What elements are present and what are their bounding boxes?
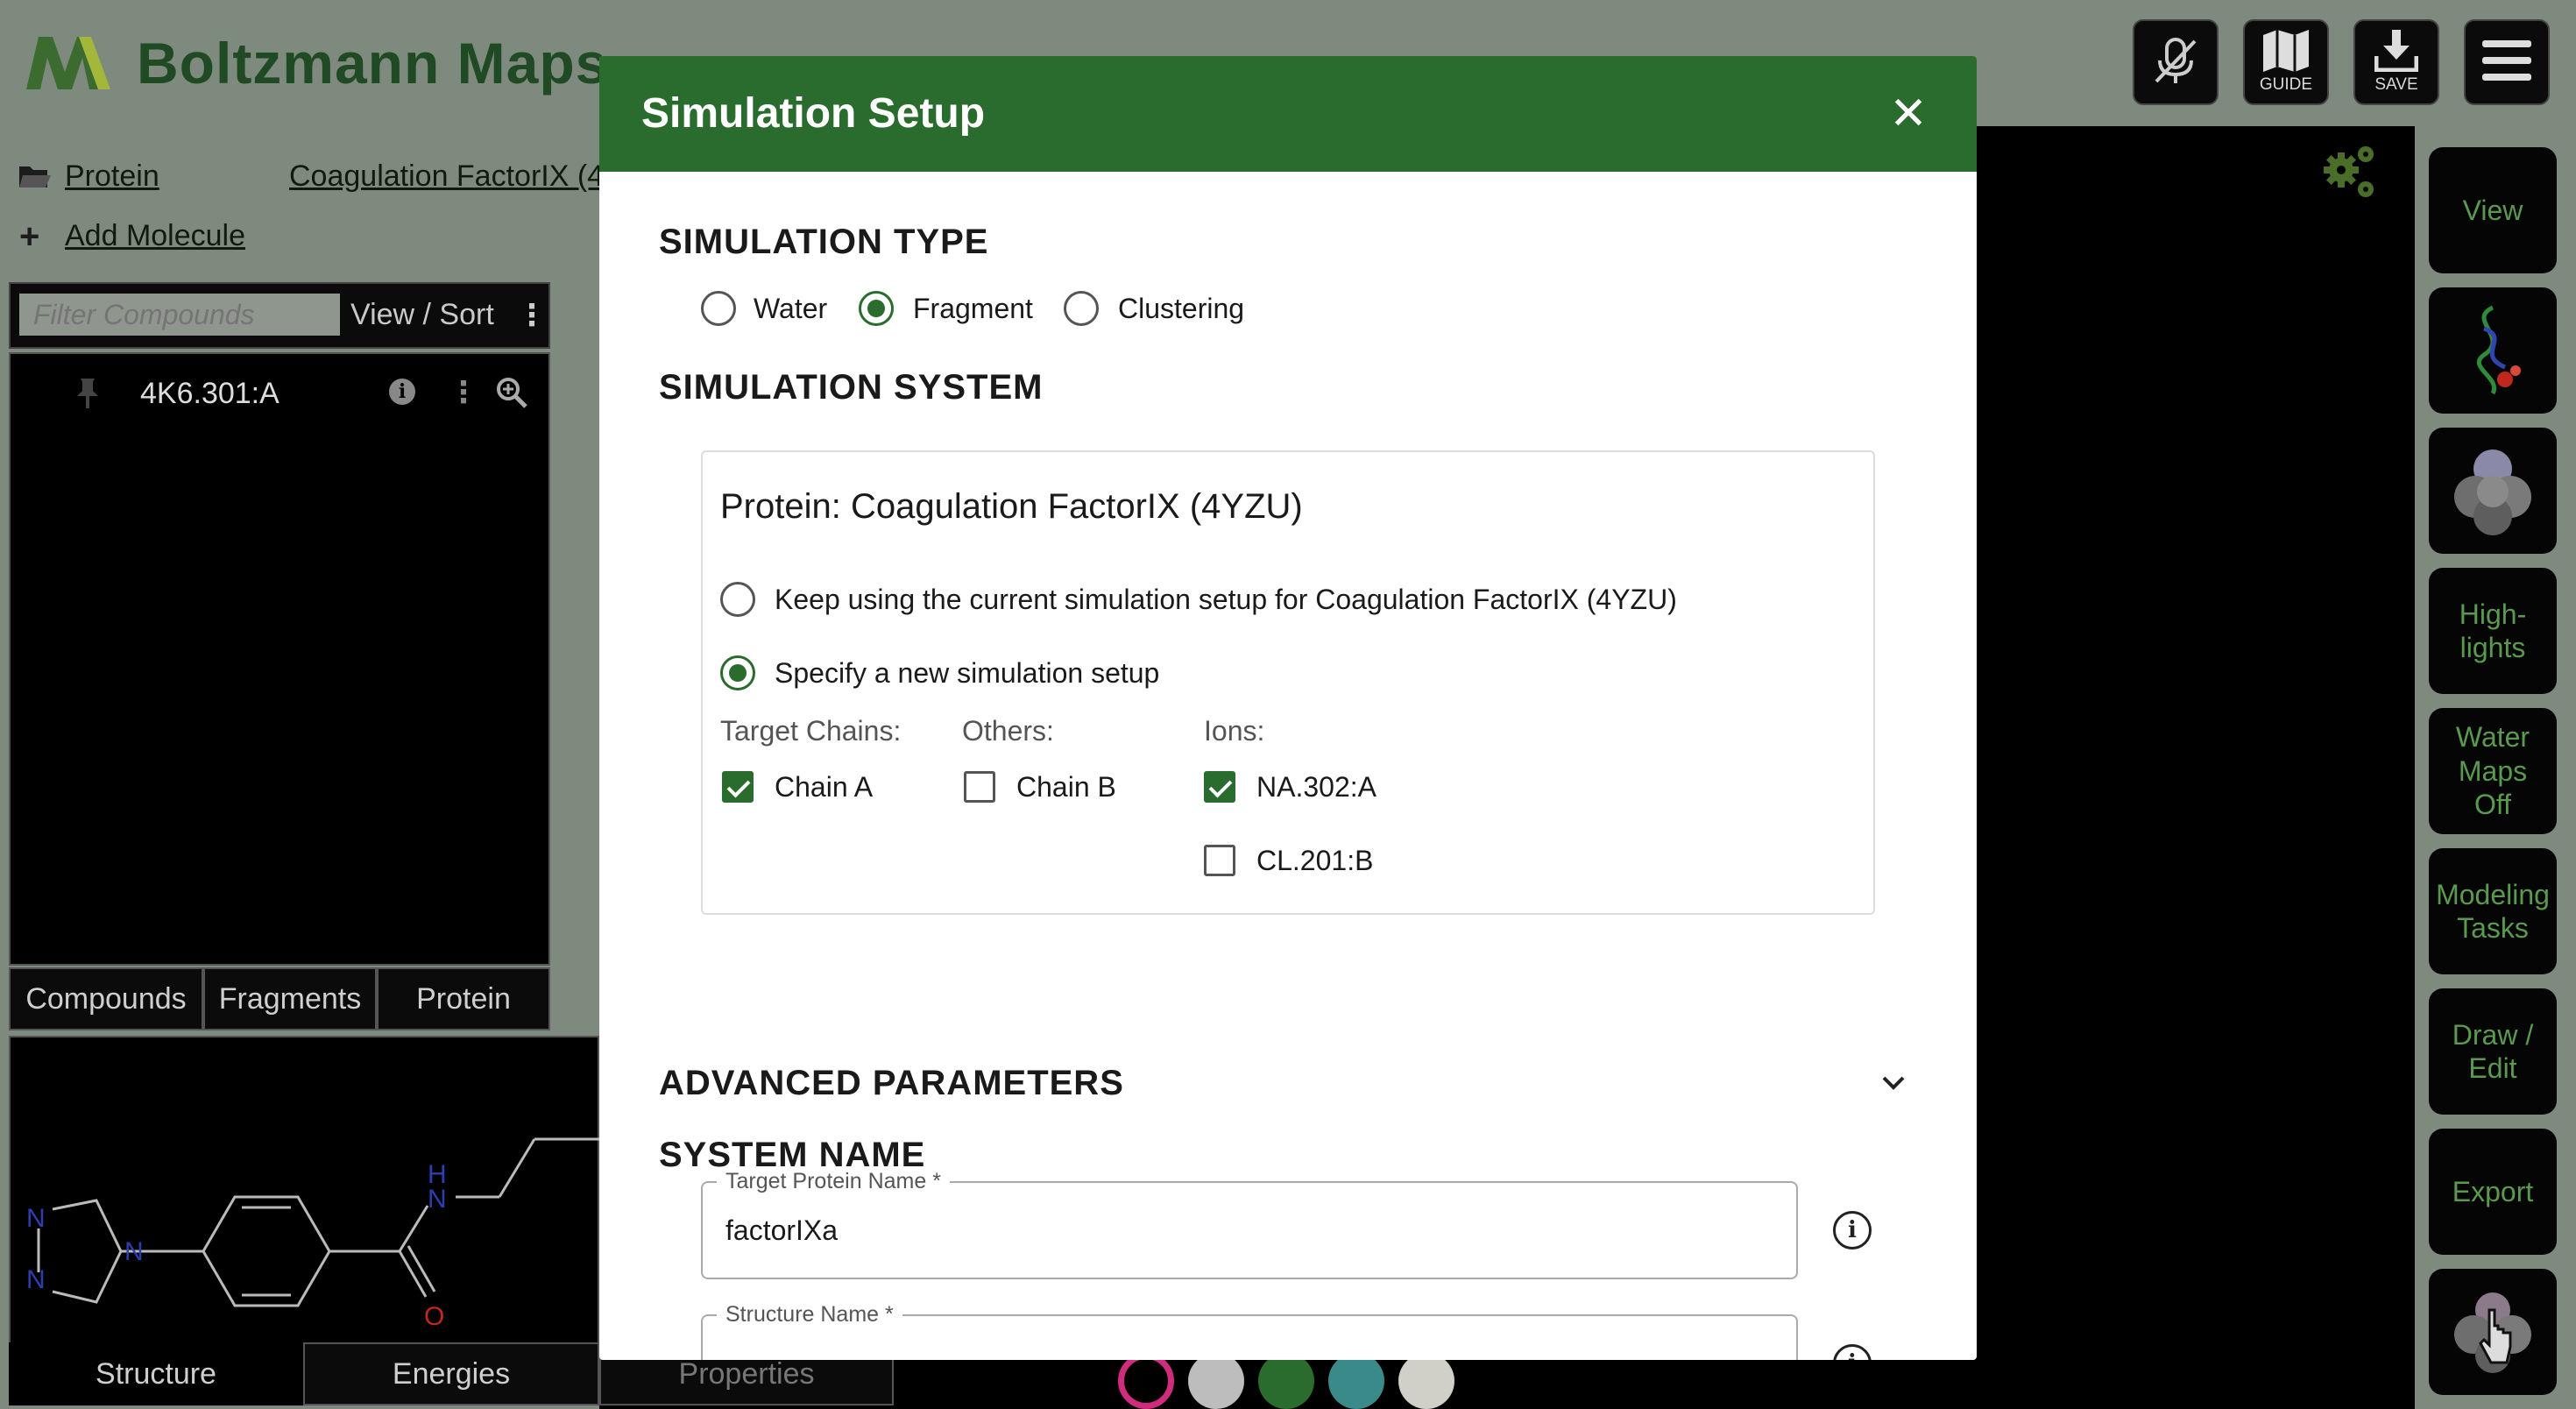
view-sort-button[interactable]: View / Sort	[350, 298, 494, 332]
spacefill-icon	[2454, 450, 2531, 535]
color-swatch[interactable]	[1328, 1353, 1384, 1409]
checkbox-cl-ion-label: CL.201:B	[1256, 845, 1374, 876]
radio-keep-setup[interactable]	[720, 582, 755, 617]
modeling-tasks-button[interactable]: Modeling Tasks	[2429, 848, 2557, 974]
tab-structure[interactable]: Structure	[9, 1342, 303, 1405]
radio-fragment[interactable]	[859, 291, 894, 326]
export-label: Export	[2452, 1175, 2534, 1207]
chevron-down-icon[interactable]	[1880, 1073, 1907, 1094]
simulation-system-heading: SIMULATION SYSTEM	[659, 368, 1044, 407]
protein-link[interactable]: Protein	[65, 159, 159, 194]
hand-pointer-icon	[2454, 1292, 2531, 1373]
map-icon	[2263, 30, 2309, 72]
select-mode-button[interactable]	[2429, 1269, 2557, 1395]
atom-label: N	[26, 1265, 46, 1294]
others-label: Others:	[962, 715, 1054, 747]
dialog-title: Simulation Setup	[641, 90, 986, 137]
settings-gears-icon[interactable]	[2318, 140, 2381, 203]
protein-title: Protein: Coagulation FactorIX (4YZU)	[720, 487, 1303, 526]
menu-button[interactable]	[2464, 19, 2550, 105]
radio-water-label: Water	[754, 293, 828, 324]
spacefill-view-button[interactable]	[2429, 428, 2557, 554]
mute-button[interactable]	[2133, 19, 2219, 105]
checkbox-chain-a-label: Chain A	[775, 771, 874, 803]
target-protein-name-field[interactable]	[701, 1181, 1798, 1279]
app-title: Boltzmann Maps	[137, 31, 609, 96]
checkbox-chain-b-label: Chain B	[1016, 771, 1116, 803]
view-button[interactable]: View	[2429, 147, 2557, 273]
advanced-parameters-heading[interactable]: ADVANCED PARAMETERS	[659, 1064, 1124, 1103]
color-swatch[interactable]	[1398, 1353, 1454, 1409]
radio-fragment-label: Fragment	[913, 293, 1033, 324]
checkbox-chain-b[interactable]	[964, 771, 995, 803]
color-swatch[interactable]	[1118, 1353, 1174, 1409]
target-chains-label: Target Chains:	[720, 715, 902, 747]
save-button[interactable]: SAVE	[2353, 19, 2439, 105]
color-swatch[interactable]	[1188, 1353, 1244, 1409]
atom-label: O	[424, 1302, 444, 1331]
water-maps-label: Water Maps Off	[2455, 721, 2530, 821]
more-vert-icon[interactable]: ⋮	[517, 298, 547, 333]
info-icon[interactable]: i	[1833, 1211, 1872, 1250]
radio-new-setup-label: Specify a new simulation setup	[775, 657, 1160, 689]
tab-protein[interactable]: Protein	[377, 967, 550, 1030]
checkbox-cl-ion[interactable]	[1204, 845, 1235, 876]
logo-icon	[26, 37, 110, 89]
tab-fragments[interactable]: Fragments	[203, 967, 377, 1030]
structure-name-label: Structure Name *	[717, 1302, 902, 1328]
ribbon-view-button[interactable]	[2429, 287, 2557, 414]
water-maps-button[interactable]: Water Maps Off	[2429, 708, 2557, 834]
hamburger-icon	[2482, 40, 2531, 81]
checkbox-na-ion-label: NA.302:A	[1256, 771, 1376, 803]
simulation-setup-dialog: Simulation Setup ✕ SIMULATION TYPE Water…	[599, 56, 1977, 1360]
radio-keep-setup-label: Keep using the current simulation setup …	[775, 584, 1677, 615]
atom-label: N	[26, 1204, 46, 1233]
tab-compounds[interactable]: Compounds	[9, 967, 203, 1030]
mic-off-icon	[2155, 38, 2197, 83]
plus-icon: +	[19, 217, 40, 256]
radio-clustering[interactable]	[1064, 291, 1099, 326]
atom-label: N	[124, 1237, 144, 1266]
tab-energies[interactable]: Energies	[303, 1342, 599, 1405]
draw-edit-button[interactable]: Draw / Edit	[2429, 988, 2557, 1115]
guide-button[interactable]: GUIDE	[2243, 19, 2329, 105]
add-molecule-link[interactable]: Add Molecule	[65, 219, 245, 253]
target-protein-name-value[interactable]: factorIXa	[725, 1214, 838, 1247]
download-icon	[2374, 30, 2418, 72]
draw-edit-label: Draw / Edit	[2452, 1018, 2534, 1084]
highlights-label: High- lights	[2459, 598, 2527, 663]
ions-label: Ions:	[1204, 715, 1265, 747]
filter-compounds-input[interactable]	[19, 294, 340, 336]
protein-name-link[interactable]: Coagulation FactorIX (4	[289, 159, 599, 194]
view-label: View	[2462, 194, 2523, 226]
atom-label: N	[428, 1185, 447, 1214]
highlights-button[interactable]: High- lights	[2429, 568, 2557, 694]
checkbox-na-ion[interactable]	[1204, 771, 1235, 803]
save-label: SAVE	[2374, 75, 2418, 94]
dialog-header: Simulation Setup ✕	[599, 56, 1977, 172]
modeling-tasks-label: Modeling Tasks	[2436, 878, 2550, 944]
pin-icon[interactable]	[75, 379, 100, 408]
zoom-in-icon[interactable]	[496, 377, 527, 408]
protein-ribbon-icon	[2476, 305, 2521, 395]
info-icon[interactable]: i	[1833, 1344, 1872, 1360]
molecule-structure: N N N H N O	[26, 1137, 599, 1331]
radio-clustering-label: Clustering	[1118, 293, 1245, 324]
list-item[interactable]: 4K6.301:A	[140, 377, 280, 411]
checkbox-chain-a[interactable]	[722, 771, 754, 803]
compound-list	[9, 352, 550, 966]
simulation-type-heading: SIMULATION TYPE	[659, 223, 989, 261]
folder-icon	[19, 166, 51, 188]
more-vert-icon[interactable]: ⋮	[449, 375, 478, 410]
color-swatch[interactable]	[1258, 1353, 1314, 1409]
target-protein-name-label: Target Protein Name *	[717, 1169, 950, 1194]
radio-water[interactable]	[701, 291, 736, 326]
radio-new-setup[interactable]	[720, 655, 755, 690]
close-icon[interactable]: ✕	[1887, 91, 1929, 137]
info-icon[interactable]: i	[389, 379, 415, 405]
guide-label: GUIDE	[2259, 75, 2313, 94]
export-button[interactable]: Export	[2429, 1129, 2557, 1255]
